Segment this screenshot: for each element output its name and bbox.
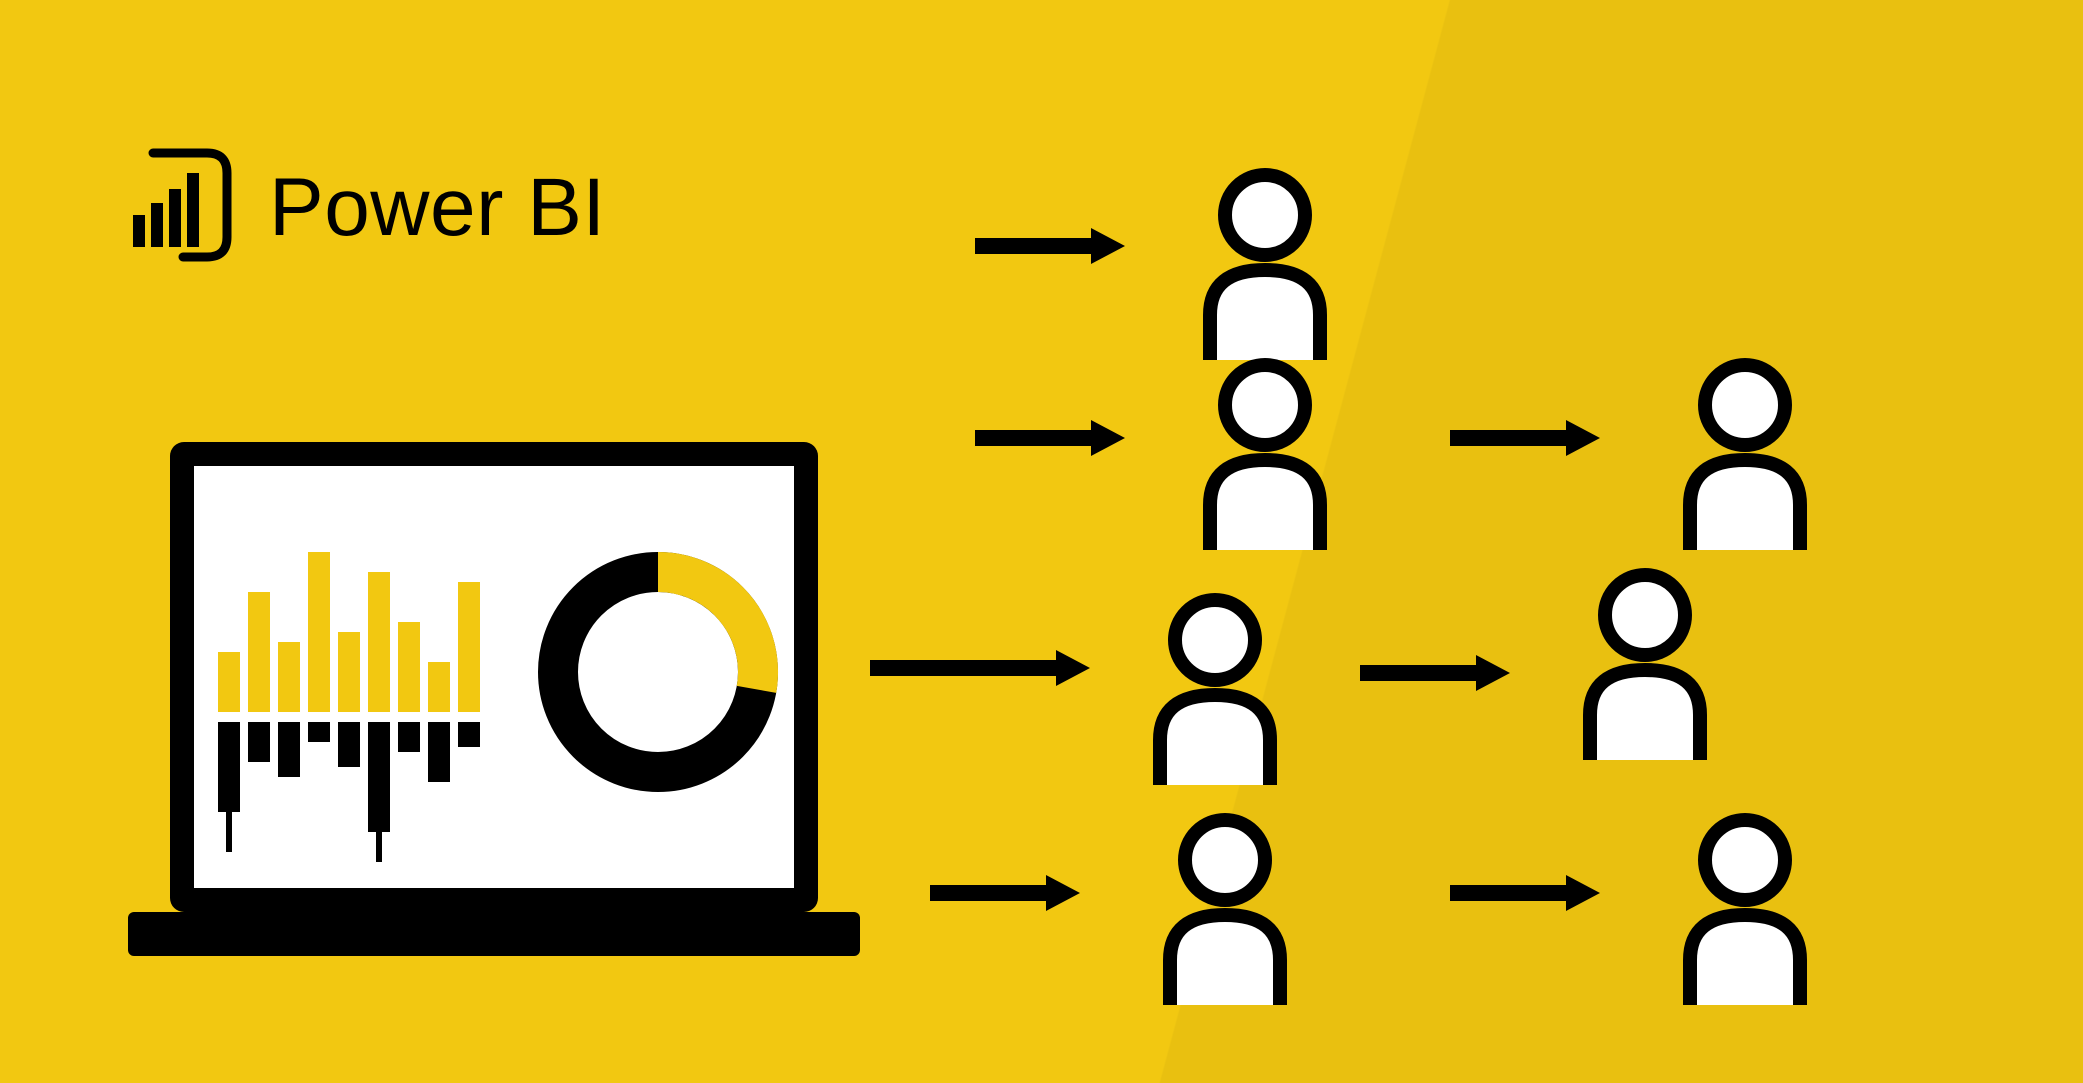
powerbi-logo-icon [115,145,235,270]
person-icon [1130,590,1300,790]
person-icon [1180,355,1350,555]
person-icon [1180,165,1350,365]
arrow-right-icon [870,650,1090,691]
arrow-right-icon [1450,875,1600,916]
brand-name: Power BI [269,161,606,255]
person-icon [1560,565,1730,765]
person-icon [1660,355,1830,555]
arrow-right-icon [975,420,1125,461]
laptop-illustration [128,442,888,1000]
arrow-right-icon [930,875,1080,916]
arrow-right-icon [1450,420,1600,461]
arrow-right-icon [975,228,1125,269]
diagram-canvas: Power BI [0,0,2083,1083]
person-icon [1140,810,1310,1010]
person-icon [1660,810,1830,1010]
diagonal-shade [833,0,2083,1083]
brand-logo-block: Power BI [115,145,606,270]
arrow-right-icon [1360,655,1510,696]
